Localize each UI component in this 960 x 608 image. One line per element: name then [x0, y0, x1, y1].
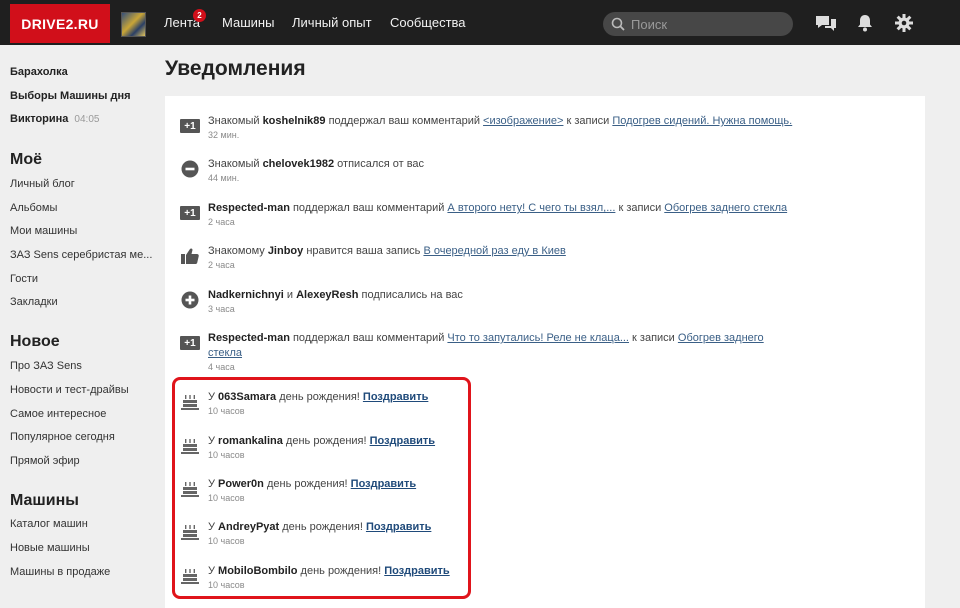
- user-link[interactable]: Nadkernichnyi: [208, 289, 284, 301]
- sidebar-link-quiz[interactable]: Викторина 04:05: [10, 113, 99, 125]
- sidebar-link-market[interactable]: Барахолка: [10, 66, 68, 78]
- top-navigation-bar: DRIVE2.RU Лента 2 Машины Личный опыт Соо…: [0, 0, 960, 45]
- comment-link[interactable]: Что то запутались! Реле не клаца...: [447, 332, 629, 344]
- notification-text: отписался от вас: [334, 158, 425, 170]
- notification-text: Знакомый: [208, 115, 263, 127]
- notification-text: к записи: [629, 332, 678, 344]
- notification-text: подписались на вас: [358, 289, 463, 301]
- bell-icon[interactable]: [854, 13, 876, 33]
- search-box[interactable]: [603, 12, 793, 36]
- notification-text: Знакомому: [208, 245, 268, 257]
- notification-text: поддержал ваш комментарий: [325, 115, 484, 127]
- notification-time: 32 мин.: [208, 130, 240, 140]
- search-input[interactable]: [631, 16, 781, 32]
- sidebar-heading-new: Новое: [10, 333, 60, 350]
- sidebar-item-my-car[interactable]: ЗАЗ Sens серебристая ме...: [10, 249, 152, 261]
- birthdays-highlight-frame: [172, 377, 471, 599]
- user-link[interactable]: Jinboy: [268, 245, 303, 257]
- sidebar-item-bookmarks[interactable]: Закладки: [10, 296, 58, 308]
- sidebar-item-cars-for-sale[interactable]: Машины в продаже: [10, 566, 110, 578]
- sidebar-heading-cars: Машины: [10, 492, 79, 509]
- nav-cars[interactable]: Машины: [222, 15, 274, 30]
- user-link[interactable]: Respected-man: [208, 332, 290, 344]
- sidebar-item-popular-today[interactable]: Популярное сегодня: [10, 431, 115, 443]
- sidebar-item-my-cars[interactable]: Мои машины: [10, 225, 77, 237]
- plus-one-icon: +1: [180, 333, 200, 353]
- post-link[interactable]: В очередной раз еду в Киев: [423, 245, 565, 257]
- site-logo[interactable]: DRIVE2.RU: [10, 4, 110, 43]
- user-link[interactable]: AlexeyResh: [296, 289, 358, 301]
- sidebar-heading-mine: Моё: [10, 151, 42, 168]
- page-title: Уведомления: [165, 57, 306, 80]
- notification-text: поддержал ваш комментарий: [289, 202, 448, 214]
- notification-text: и: [283, 289, 297, 301]
- notification-text: к записи: [563, 115, 613, 127]
- quiz-time: 04:05: [74, 114, 100, 125]
- notification-time: 4 часа: [208, 362, 235, 372]
- feed-count-badge: 2: [193, 9, 206, 22]
- user-link[interactable]: chelovek1982: [263, 158, 335, 170]
- thumbs-up-icon: [180, 246, 200, 266]
- sidebar-link-car-of-day[interactable]: Выборы Машины дня: [10, 90, 131, 102]
- plus-circle-icon: [180, 290, 200, 310]
- user-link[interactable]: koshelnik89: [263, 115, 326, 127]
- post-link[interactable]: Подогрев сидений. Нужна помощь.: [612, 115, 792, 127]
- sidebar-item-car-catalog[interactable]: Каталог машин: [10, 518, 88, 530]
- sidebar-item-personal-blog[interactable]: Личный блог: [10, 178, 75, 190]
- sidebar-item-most-interesting[interactable]: Самое интересное: [10, 408, 106, 420]
- messages-icon[interactable]: [815, 13, 837, 33]
- gear-icon[interactable]: [893, 13, 915, 33]
- notification-text: нравится ваша запись: [303, 245, 424, 257]
- plus-one-icon: +1: [180, 203, 200, 223]
- post-link[interactable]: Обогрев заднего стекла: [664, 202, 787, 214]
- user-avatar[interactable]: [121, 12, 146, 37]
- sidebar-item-guests[interactable]: Гости: [10, 273, 38, 285]
- comment-link[interactable]: А второго нету! С чего ты взял,...: [447, 202, 615, 214]
- notification-text: Знакомый: [208, 158, 263, 170]
- notification-text: к записи: [615, 202, 665, 214]
- notification-text: поддержал ваш комментарий: [289, 332, 448, 344]
- nav-personal-experience[interactable]: Личный опыт: [292, 15, 372, 30]
- sidebar-item-news[interactable]: Новости и тест-драйвы: [10, 384, 129, 396]
- plus-one-icon: +1: [180, 116, 200, 136]
- minus-circle-icon: [180, 159, 200, 179]
- sidebar-item-about-car[interactable]: Про ЗАЗ Sens: [10, 360, 82, 372]
- notification-time: 44 мин.: [208, 173, 240, 183]
- notification-time: 2 часа: [208, 217, 235, 227]
- sidebar-item-new-cars[interactable]: Новые машины: [10, 542, 90, 554]
- notification-time: 2 часа: [208, 260, 235, 270]
- sidebar-item-albums[interactable]: Альбомы: [10, 202, 57, 214]
- nav-communities[interactable]: Сообщества: [390, 15, 466, 30]
- sidebar-item-live[interactable]: Прямой эфир: [10, 455, 80, 467]
- comment-link[interactable]: <изображение>: [483, 115, 563, 127]
- notification-time: 3 часа: [208, 304, 235, 314]
- user-link[interactable]: Respected-man: [208, 202, 290, 214]
- search-icon: [611, 17, 625, 31]
- quiz-label: Викторина: [10, 113, 69, 125]
